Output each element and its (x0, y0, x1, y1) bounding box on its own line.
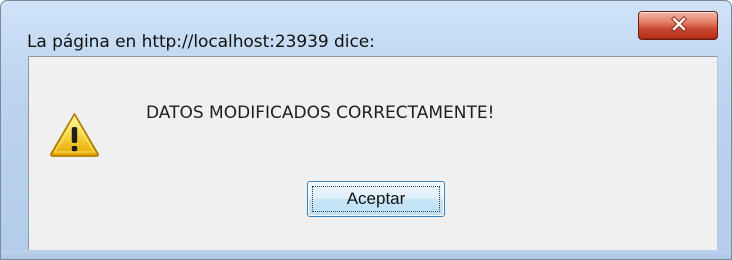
dialog-bottom-frame (1, 250, 731, 259)
warning-icon (50, 113, 99, 157)
close-icon (671, 16, 687, 32)
accept-button-label: Aceptar (346, 188, 406, 208)
accept-button[interactable]: Aceptar (307, 181, 445, 217)
dialog-title-bar[interactable]: La página en http://localhost:23939 dice… (1, 1, 731, 56)
javascript-alert-dialog: La página en http://localhost:23939 dice… (0, 0, 732, 260)
dialog-title: La página en http://localhost:23939 dice… (27, 32, 375, 52)
close-button[interactable] (638, 11, 718, 40)
dialog-client-area: DATOS MODIFICADOS CORRECTAMENTE! Aceptar (28, 56, 718, 250)
alert-message: DATOS MODIFICADOS CORRECTAMENTE! (146, 103, 495, 123)
